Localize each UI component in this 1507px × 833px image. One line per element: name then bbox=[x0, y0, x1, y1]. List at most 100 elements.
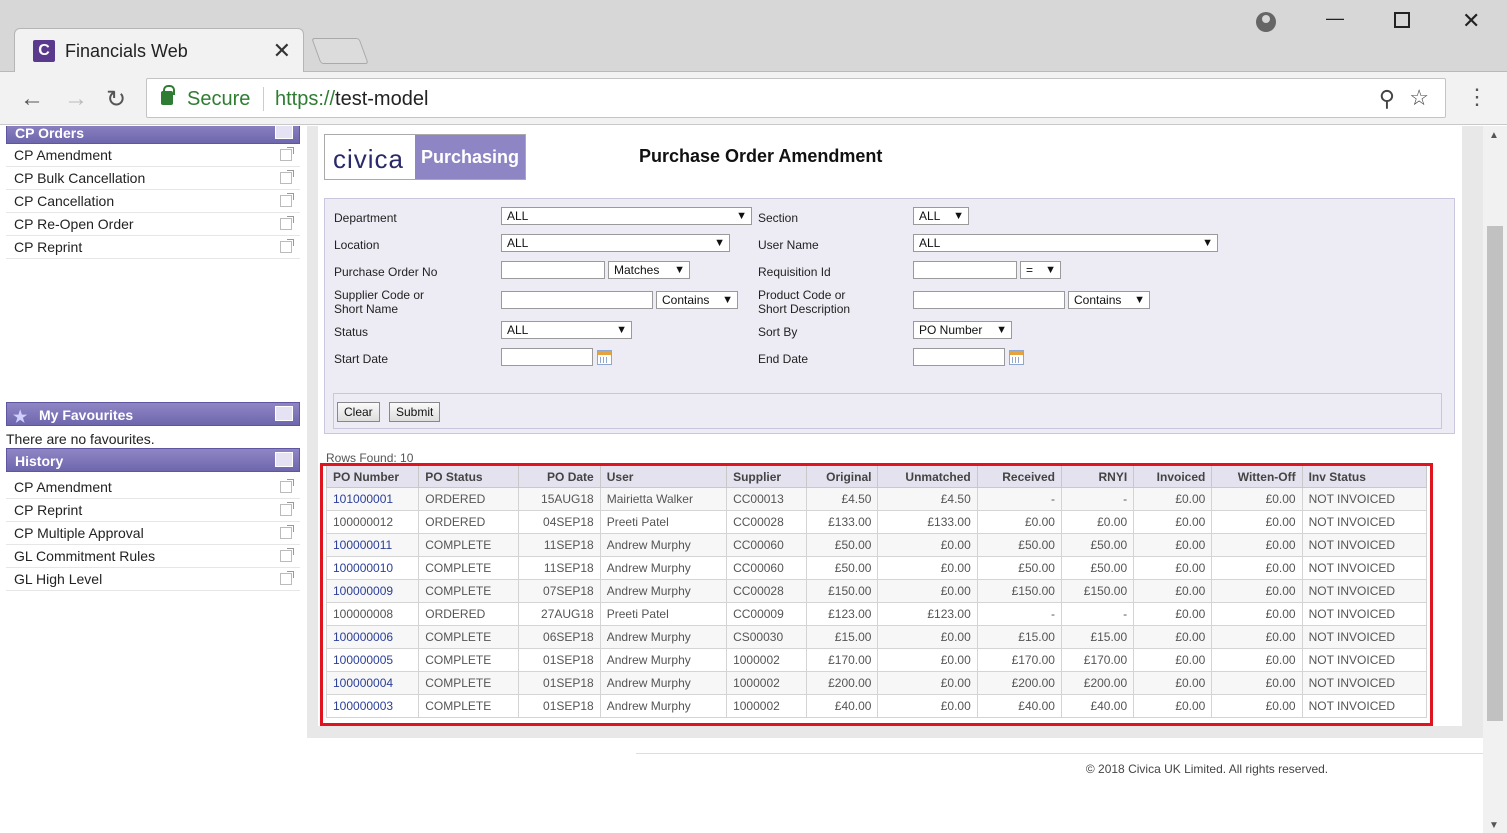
history-item-gl-commitment-rules[interactable]: GL Commitment Rules bbox=[6, 545, 300, 568]
status-select[interactable]: ALL ▼ bbox=[501, 321, 632, 339]
column-header[interactable]: Original bbox=[806, 465, 879, 488]
panel-toggle-icon[interactable] bbox=[275, 126, 293, 139]
department-select[interactable]: ALL ▼ bbox=[501, 207, 752, 225]
column-header[interactable]: PO Date bbox=[517, 465, 601, 488]
address-bar[interactable]: Secure https://test-model ⚲ ☆ bbox=[146, 78, 1446, 118]
requisition-id-input[interactable] bbox=[913, 261, 1017, 279]
start-date-input[interactable] bbox=[501, 348, 593, 366]
calendar-icon[interactable] bbox=[597, 350, 612, 365]
profile-icon[interactable] bbox=[1256, 12, 1276, 32]
product-input[interactable] bbox=[913, 291, 1065, 309]
history-item-cp-amendment[interactable]: CP Amendment bbox=[6, 476, 300, 499]
column-header[interactable]: Invoiced bbox=[1133, 465, 1213, 488]
table-row[interactable]: 100000011 COMPLETE 11SEP18 Andrew Murphy CC0… bbox=[325, 533, 1428, 557]
supplier-input[interactable] bbox=[501, 291, 653, 309]
external-link-icon bbox=[280, 548, 294, 562]
sidebar-item-cp-bulk-cancellation[interactable]: CP Bulk Cancellation bbox=[6, 167, 300, 190]
dropdown-arrow-icon: ▼ bbox=[736, 210, 747, 222]
scroll-thumb[interactable] bbox=[1487, 226, 1503, 721]
user-name-select[interactable]: ALL ▼ bbox=[913, 234, 1218, 252]
table-row[interactable]: 100000005 COMPLETE 01SEP18 Andrew Murphy 100… bbox=[325, 648, 1428, 672]
history-item-gl-high-level[interactable]: GL High Level bbox=[6, 568, 300, 591]
table-body: 101000001 ORDERED 15AUG18 Mairietta Walker C… bbox=[325, 487, 1428, 718]
table-row[interactable]: 100000003 COMPLETE 01SEP18 Andrew Murphy 100… bbox=[325, 694, 1428, 718]
url-text[interactable]: https://test-model bbox=[275, 88, 428, 111]
po-number-link[interactable]: 100000011 bbox=[325, 533, 420, 557]
new-tab-button[interactable] bbox=[311, 38, 369, 64]
logo-civica-text: civica bbox=[333, 144, 405, 174]
location-select[interactable]: ALL ▼ bbox=[501, 234, 730, 252]
po-number-link[interactable]: 101000001 bbox=[325, 487, 420, 511]
po-number-link[interactable]: 100000005 bbox=[325, 648, 420, 672]
column-header[interactable]: PO Status bbox=[418, 465, 519, 488]
table-cell: £50.00 bbox=[806, 533, 879, 557]
sidebar-item-cp-cancellation[interactable]: CP Cancellation bbox=[6, 190, 300, 213]
column-header[interactable]: RNYI bbox=[1060, 465, 1135, 488]
table-cell: COMPLETE bbox=[418, 671, 519, 695]
clear-button[interactable]: Clear bbox=[337, 402, 380, 422]
product-match-select[interactable]: Contains ▼ bbox=[1068, 291, 1150, 309]
menu-icon[interactable]: ⋮ bbox=[1466, 84, 1488, 110]
tab-close-icon[interactable]: ✕ bbox=[273, 38, 291, 64]
maximize-icon[interactable] bbox=[1394, 12, 1410, 28]
minimize-icon[interactable]: — bbox=[1326, 8, 1344, 29]
po-number-link[interactable]: 100000004 bbox=[325, 671, 420, 695]
panel-toggle-icon[interactable] bbox=[275, 406, 293, 421]
forward-icon[interactable]: → bbox=[64, 85, 88, 113]
star-icon[interactable]: ☆ bbox=[1409, 85, 1429, 111]
scroll-up-icon[interactable]: ▲ bbox=[1489, 130, 1499, 141]
column-header[interactable]: User bbox=[599, 465, 728, 488]
sidebar-item-cp-amendment[interactable]: CP Amendment bbox=[6, 144, 300, 167]
external-link-icon bbox=[280, 525, 294, 539]
requisition-id-match-select[interactable]: = ▼ bbox=[1020, 261, 1061, 279]
po-number-input[interactable] bbox=[501, 261, 605, 279]
table-row[interactable]: 100000008 ORDERED 27AUG18 Preeti Patel CC000… bbox=[325, 602, 1428, 626]
table-row[interactable]: 100000009 COMPLETE 07SEP18 Andrew Murphy CC0… bbox=[325, 579, 1428, 603]
scroll-down-icon[interactable]: ▼ bbox=[1489, 820, 1499, 831]
table-row[interactable]: 100000010 COMPLETE 11SEP18 Andrew Murphy CC0… bbox=[325, 556, 1428, 580]
page-scrollbar[interactable]: ▲ ▼ bbox=[1483, 126, 1507, 833]
close-icon[interactable]: ✕ bbox=[1462, 8, 1480, 34]
po-number-match-select[interactable]: Matches ▼ bbox=[608, 261, 690, 279]
table-cell: 01SEP18 bbox=[517, 671, 601, 695]
back-icon[interactable]: ← bbox=[20, 85, 44, 113]
table-row[interactable]: 100000004 COMPLETE 01SEP18 Andrew Murphy 100… bbox=[325, 671, 1428, 695]
browser-tab[interactable]: C Financials Web ✕ bbox=[14, 28, 304, 72]
column-header[interactable]: Inv Status bbox=[1301, 465, 1428, 488]
table-cell: NOT INVOICED bbox=[1301, 510, 1428, 534]
location-label: Location bbox=[334, 238, 380, 252]
end-date-input[interactable] bbox=[913, 348, 1005, 366]
calendar-icon[interactable] bbox=[1009, 350, 1024, 365]
rows-found-count: Rows Found: 10 bbox=[326, 451, 414, 465]
sidebar-item-cp-reopen-order[interactable]: CP Re-Open Order bbox=[6, 213, 300, 236]
column-header[interactable]: Unmatched bbox=[877, 465, 978, 488]
column-header[interactable]: PO Number bbox=[325, 465, 420, 488]
submit-button[interactable]: Submit bbox=[389, 402, 441, 422]
po-number-link[interactable]: 100000006 bbox=[325, 625, 420, 649]
zoom-icon[interactable]: ⚲ bbox=[1379, 86, 1395, 112]
history-item-cp-reprint[interactable]: CP Reprint bbox=[6, 499, 300, 522]
sort-by-select[interactable]: PO Number ▼ bbox=[913, 321, 1012, 339]
sidebar-item-cp-reprint[interactable]: CP Reprint bbox=[6, 236, 300, 259]
table-row[interactable]: 101000001 ORDERED 15AUG18 Mairietta Walker C… bbox=[325, 487, 1428, 511]
section-select[interactable]: ALL ▼ bbox=[913, 207, 969, 225]
po-number-link[interactable]: 100000010 bbox=[325, 556, 420, 580]
table-row[interactable]: 100000006 COMPLETE 06SEP18 Andrew Murphy CS0… bbox=[325, 625, 1428, 649]
po-number-link[interactable]: 100000003 bbox=[325, 694, 420, 718]
reload-icon[interactable]: ↻ bbox=[106, 85, 126, 114]
supplier-match-select[interactable]: Contains ▼ bbox=[656, 291, 738, 309]
sidebar-item-label: CP Re-Open Order bbox=[14, 216, 134, 232]
history-item-label: GL Commitment Rules bbox=[14, 548, 156, 564]
table-row[interactable]: 100000012 ORDERED 04SEP18 Preeti Patel CC000… bbox=[325, 510, 1428, 534]
column-header[interactable]: Supplier bbox=[726, 465, 808, 488]
panel-toggle-icon[interactable] bbox=[275, 452, 293, 467]
browser-titlebar: C Financials Web ✕ — ✕ bbox=[0, 0, 1507, 72]
column-header[interactable]: Received bbox=[976, 465, 1062, 488]
supplier-label-line-2: Short Name bbox=[334, 302, 399, 316]
po-number-link[interactable]: 100000009 bbox=[325, 579, 420, 603]
column-header[interactable]: Witten-Off bbox=[1211, 465, 1303, 488]
table-cell: £200.00 bbox=[976, 671, 1062, 695]
table-cell: NOT INVOICED bbox=[1301, 671, 1428, 695]
requisition-id-label: Requisition Id bbox=[758, 265, 831, 279]
history-item-cp-multiple-approval[interactable]: CP Multiple Approval bbox=[6, 522, 300, 545]
